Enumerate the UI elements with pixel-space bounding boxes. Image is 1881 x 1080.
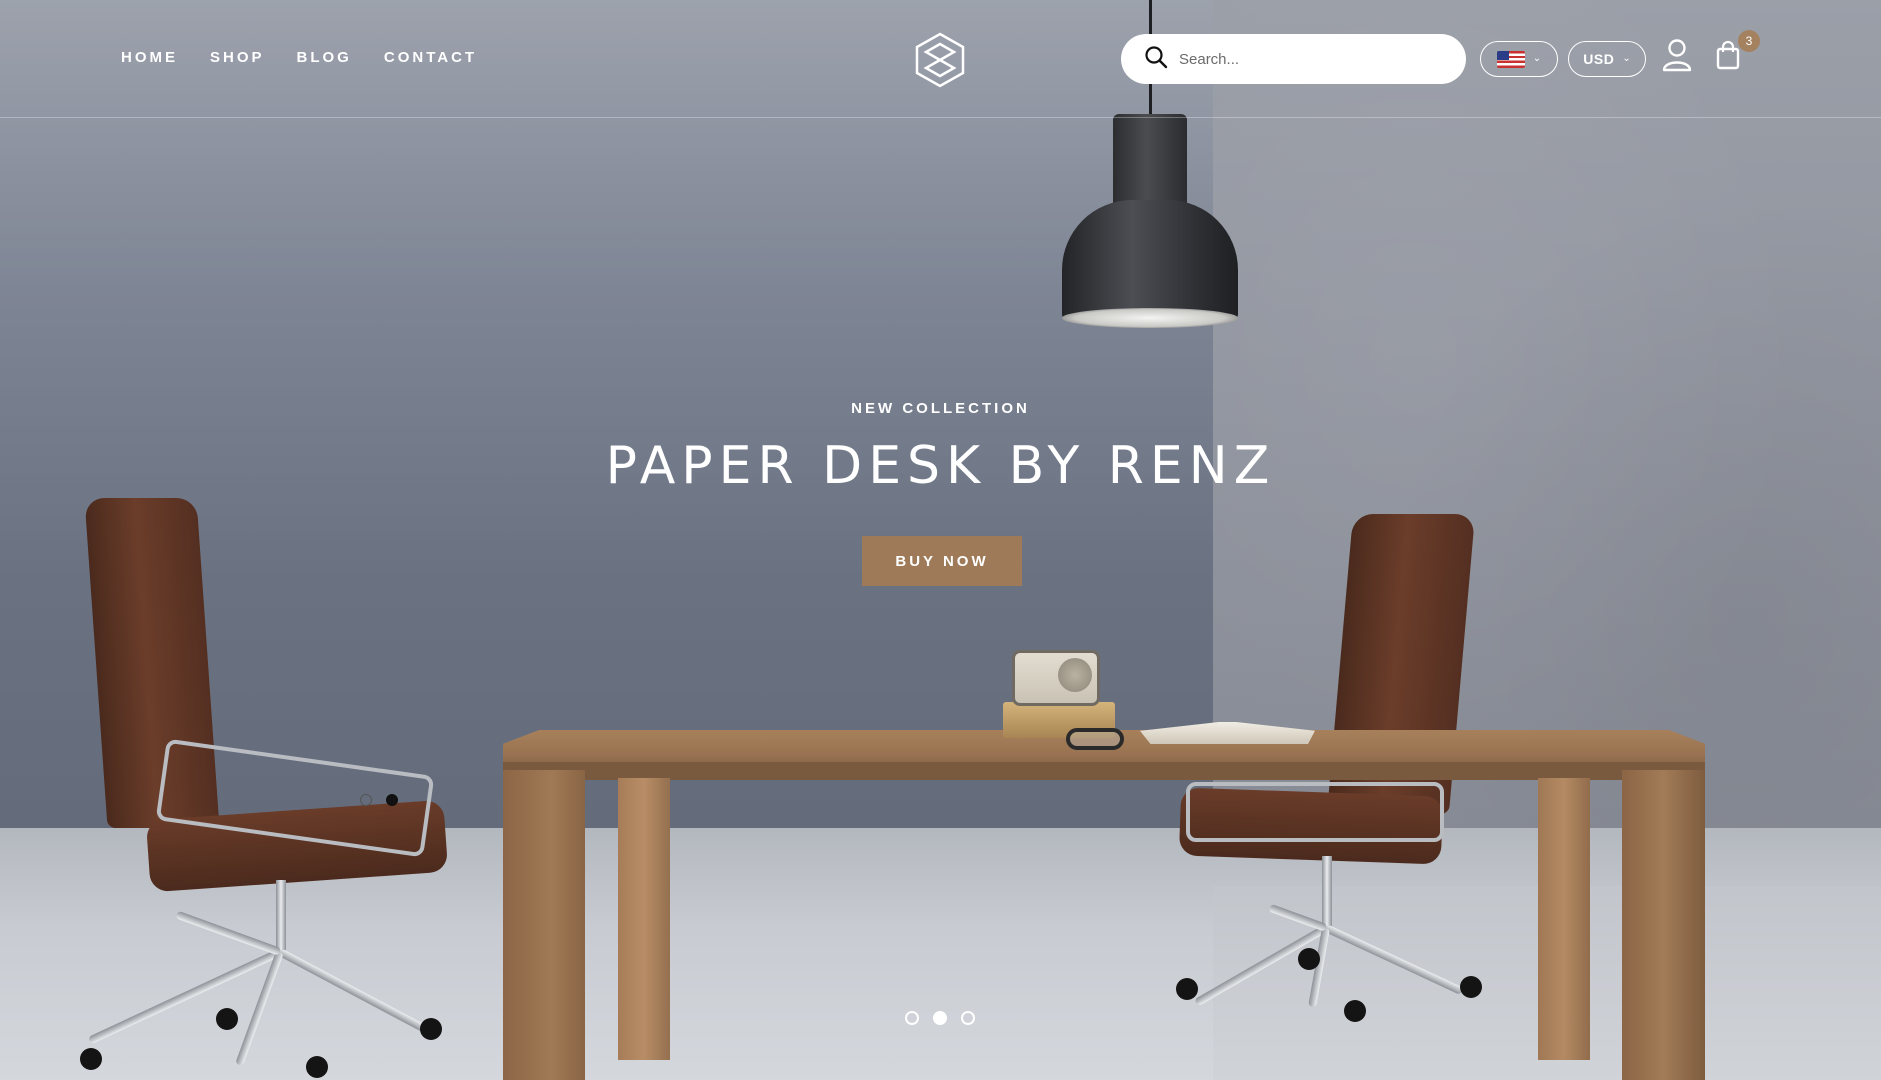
diamond-logo-icon[interactable] [914,32,966,88]
chevron-down-icon: ⌄ [1622,53,1631,64]
nav-home-link[interactable]: HOME [121,49,178,66]
slider-dot-3[interactable] [961,1011,975,1025]
nav-blog-link[interactable]: BLOG [297,49,352,66]
eyeglasses [1066,728,1124,750]
chevron-down-icon: ⌄ [1532,53,1542,64]
product-swatch-dots [360,794,398,806]
desk-panel-right [1622,770,1705,1080]
site-header: HOME SHOP BLOG CONTACT ⌄ USD ⌄ [0,0,1881,118]
shopping-bag-icon[interactable] [1716,40,1740,70]
slider-dot-1[interactable] [905,1011,919,1025]
radio-dial [1058,658,1092,692]
hero-subtitle: NEW COLLECTION [851,400,1030,417]
desk-leg-right [1538,778,1590,1060]
desk-panel-left [503,770,585,1080]
pendant-lamp-neck [1113,114,1187,210]
currency-selector[interactable]: USD ⌄ [1568,41,1646,77]
buy-now-button[interactable]: BUY NOW [862,536,1022,586]
desk-leg-left [618,778,670,1060]
slider-pagination [905,1011,975,1025]
user-icon[interactable] [1662,38,1692,72]
nav-contact-link[interactable]: CONTACT [384,49,477,66]
search-icon[interactable] [1143,44,1169,74]
slider-dot-2[interactable] [933,1011,947,1025]
cart-count-badge: 3 [1738,30,1760,52]
currency-label: USD [1583,51,1615,67]
desk-edge [503,762,1705,780]
search-bar [1121,34,1466,84]
nav-shop-link[interactable]: SHOP [210,49,265,66]
pendant-lamp-shade [1062,200,1238,320]
us-flag-icon [1496,50,1525,68]
search-input[interactable] [1179,44,1439,74]
main-nav: HOME SHOP BLOG CONTACT [121,49,477,66]
language-selector[interactable]: ⌄ [1480,41,1558,77]
pendant-lamp-light [1062,308,1238,328]
hero-title: PAPER DESK BY RENZ [605,436,1276,496]
